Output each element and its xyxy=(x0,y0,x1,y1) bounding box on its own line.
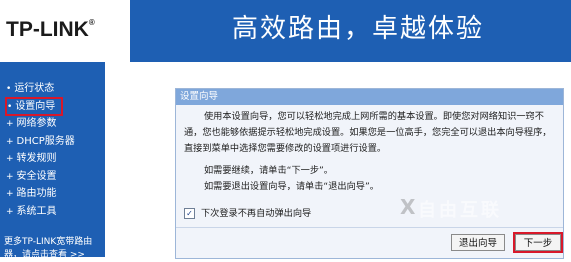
sidebar: • 运行状态 • 设置向导 + 网络参数 + DHCP服务器 + 转发规则 + 安全设置 +… xyxy=(0,62,105,257)
checkbox-label: 下次登录不再自动弹出向导 xyxy=(201,208,312,219)
sidebar-item-system-tools[interactable]: + 系统工具 xyxy=(6,203,75,221)
tp-link-logo: TP-LINK® xyxy=(6,18,95,42)
panel-body: 使用本设置向导，您可以轻松地完成上网所需的基本设置。即使您对网络知识一窍不通，您… xyxy=(184,109,554,195)
sidebar-item-label: 路由功能 xyxy=(16,188,57,199)
watermark-mark: X xyxy=(400,195,416,219)
bullet-icon: + xyxy=(6,206,14,217)
sidebar-item-label: DHCP服务器 xyxy=(16,135,75,147)
sidebar-item-dhcp[interactable]: + DHCP服务器 xyxy=(6,133,75,151)
sidebar-item-label: 转发规则 xyxy=(16,153,57,164)
sidebar-item-routing[interactable]: + 路由功能 xyxy=(6,185,75,203)
header-slogan: 高效路由，卓越体验 xyxy=(232,14,485,44)
exit-wizard-button[interactable]: 退出向导 xyxy=(451,234,505,251)
auto-popup-option[interactable]: ✓ 下次登录不再自动弹出向导 xyxy=(184,208,311,220)
more-line-1: 更多TP-LINK宽带路由 xyxy=(4,237,93,247)
sidebar-item-label: 运行状态 xyxy=(14,83,55,94)
logo-area: TP-LINK® xyxy=(0,0,130,62)
continue-tip: 如需要继续，请单击“下一步”。 xyxy=(204,165,333,176)
bullet-icon: + xyxy=(6,171,14,182)
logo-text: TP-LINK xyxy=(6,18,89,41)
setup-wizard-panel: 设置向导 使用本设置向导，您可以轻松地完成上网所需的基本设置。即使您对网络知识一… xyxy=(175,88,564,259)
sidebar-item-label: 网络参数 xyxy=(16,118,57,129)
more-products-link[interactable]: 更多TP-LINK宽带路由 器，请点击查看 >> xyxy=(4,236,92,262)
bullet-icon: + xyxy=(6,136,14,147)
sidebar-item-status[interactable]: • 运行状态 xyxy=(6,80,75,98)
wizard-description: 使用本设置向导，您可以轻松地完成上网所需的基本设置。即使您对网络知识一窍不通，您… xyxy=(184,111,552,154)
divider xyxy=(176,227,563,228)
exit-tip: 如需要退出设置向导，请单击“退出向导”。 xyxy=(204,181,379,192)
bullet-icon: • xyxy=(6,84,12,94)
wizard-tips: 如需要继续，请单击“下一步”。 如需要退出设置向导，请单击“退出向导”。 xyxy=(184,163,554,195)
sidebar-item-setup-wizard[interactable]: • 设置向导 xyxy=(5,96,63,116)
registered-mark: ® xyxy=(88,18,95,27)
bullet-icon: + xyxy=(6,154,14,164)
sidebar-item-label: 安全设置 xyxy=(16,170,57,182)
next-button[interactable]: 下一步 xyxy=(513,232,563,253)
bullet-icon: + xyxy=(6,189,14,199)
more-line-2: 器，请点击查看 >> xyxy=(4,250,85,260)
panel-title: 设置向导 xyxy=(176,89,563,105)
sidebar-item-label: 系统工具 xyxy=(16,205,57,217)
sidebar-item-network[interactable]: + 网络参数 xyxy=(6,115,75,133)
button-bar: 退出向导 下一步 xyxy=(176,232,563,255)
auto-popup-checkbox[interactable]: ✓ xyxy=(184,208,195,219)
sidebar-menu: • 运行状态 • 设置向导 + 网络参数 + DHCP服务器 + 转发规则 + 安全设置 +… xyxy=(5,80,75,221)
sidebar-item-forwarding[interactable]: + 转发规则 xyxy=(6,150,75,168)
bullet-icon: • xyxy=(7,101,13,112)
sidebar-item-security[interactable]: + 安全设置 xyxy=(6,168,75,186)
header-banner: TP-LINK® 高效路由，卓越体验 xyxy=(0,0,571,62)
sidebar-item-label: 设置向导 xyxy=(15,100,56,112)
bullet-icon: + xyxy=(6,119,14,129)
watermark-text: 自由互联 xyxy=(418,200,502,221)
